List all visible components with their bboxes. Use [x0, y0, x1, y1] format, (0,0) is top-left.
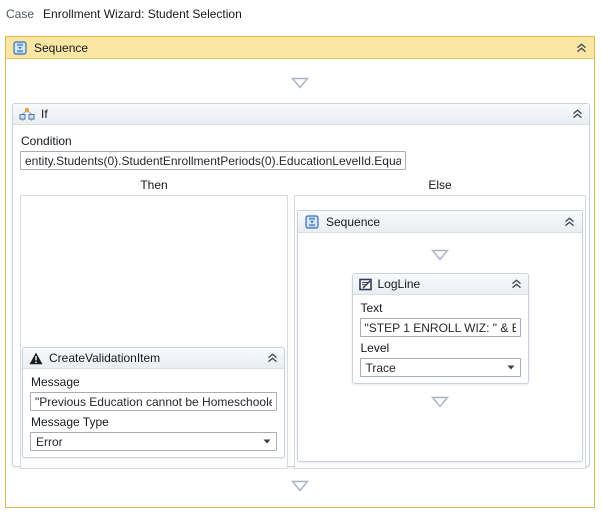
drop-target-triangle[interactable] — [431, 249, 449, 261]
message-label: Message — [31, 375, 277, 389]
create-validation-item-title: CreateValidationItem — [49, 351, 261, 365]
collapse-chevron-icon[interactable] — [564, 217, 575, 227]
if-branch-icon — [19, 107, 35, 121]
create-validation-item-header[interactable]: CreateValidationItem — [23, 348, 284, 369]
drop-target-triangle[interactable] — [431, 396, 449, 408]
breadcrumb-case-label: Case — [6, 7, 34, 21]
else-sequence-activity[interactable]: Sequence — [297, 210, 583, 462]
else-label: Else — [294, 176, 586, 195]
text-label: Text — [361, 301, 521, 315]
level-select[interactable]: Trace — [360, 358, 521, 377]
then-branch: Then — [20, 176, 288, 469]
drop-target-triangle[interactable] — [291, 480, 309, 492]
outer-sequence-activity[interactable]: Sequence — [5, 36, 595, 508]
logline-title: LogLine — [378, 277, 505, 291]
collapse-chevron-icon[interactable] — [511, 279, 522, 289]
outer-sequence-header[interactable]: Sequence — [6, 37, 594, 59]
breadcrumb-workflow-title[interactable]: Enrollment Wizard: Student Selection — [43, 7, 242, 21]
collapse-chevron-icon[interactable] — [267, 353, 278, 363]
if-title: If — [41, 107, 566, 121]
document-pen-icon — [359, 278, 372, 291]
else-sequence-body: LogLine Text — [298, 233, 582, 408]
if-header[interactable]: If — [13, 104, 589, 125]
collapse-chevron-icon[interactable] — [572, 109, 583, 119]
sequence-icon — [305, 215, 319, 229]
message-type-value: Error — [36, 435, 63, 449]
create-validation-item-body: Message Message Type Error — [23, 369, 284, 457]
level-label: Level — [361, 341, 521, 355]
message-input[interactable] — [30, 392, 277, 411]
then-drop-zone[interactable]: CreateValidationItem Message Message — [20, 195, 288, 469]
outer-sequence-body: If Condition Then — [6, 59, 594, 508]
warning-triangle-icon — [29, 352, 43, 365]
condition-input[interactable] — [20, 151, 406, 170]
breadcrumb: Case Enrollment Wizard: Student Selectio… — [6, 7, 242, 21]
logline-activity[interactable]: LogLine Text — [352, 273, 529, 384]
dropdown-arrow-icon — [263, 439, 271, 444]
create-validation-item-activity[interactable]: CreateValidationItem Message Message — [22, 347, 285, 458]
if-activity[interactable]: If Condition Then — [12, 103, 590, 467]
dropdown-arrow-icon — [507, 365, 515, 370]
then-label: Then — [20, 176, 288, 195]
sequence-icon — [13, 41, 27, 55]
if-branches: Then — [20, 176, 586, 469]
else-sequence-header[interactable]: Sequence — [298, 211, 582, 233]
else-branch: Else — [294, 176, 586, 469]
message-type-label: Message Type — [31, 415, 277, 429]
drop-target-triangle[interactable] — [291, 77, 309, 89]
condition-label: Condition — [21, 134, 586, 148]
outer-sequence-title: Sequence — [34, 41, 569, 55]
text-input[interactable] — [360, 318, 521, 337]
logline-header[interactable]: LogLine — [353, 274, 528, 295]
collapse-chevron-icon[interactable] — [576, 43, 587, 53]
workflow-designer-canvas: Case Enrollment Wizard: Student Selectio… — [0, 0, 602, 516]
message-type-select[interactable]: Error — [30, 432, 277, 451]
if-body: Condition Then — [13, 125, 589, 477]
else-drop-zone[interactable]: Sequence — [294, 195, 586, 469]
else-sequence-title: Sequence — [326, 215, 557, 229]
level-value: Trace — [366, 361, 396, 375]
logline-body: Text Level Trace — [353, 295, 528, 383]
